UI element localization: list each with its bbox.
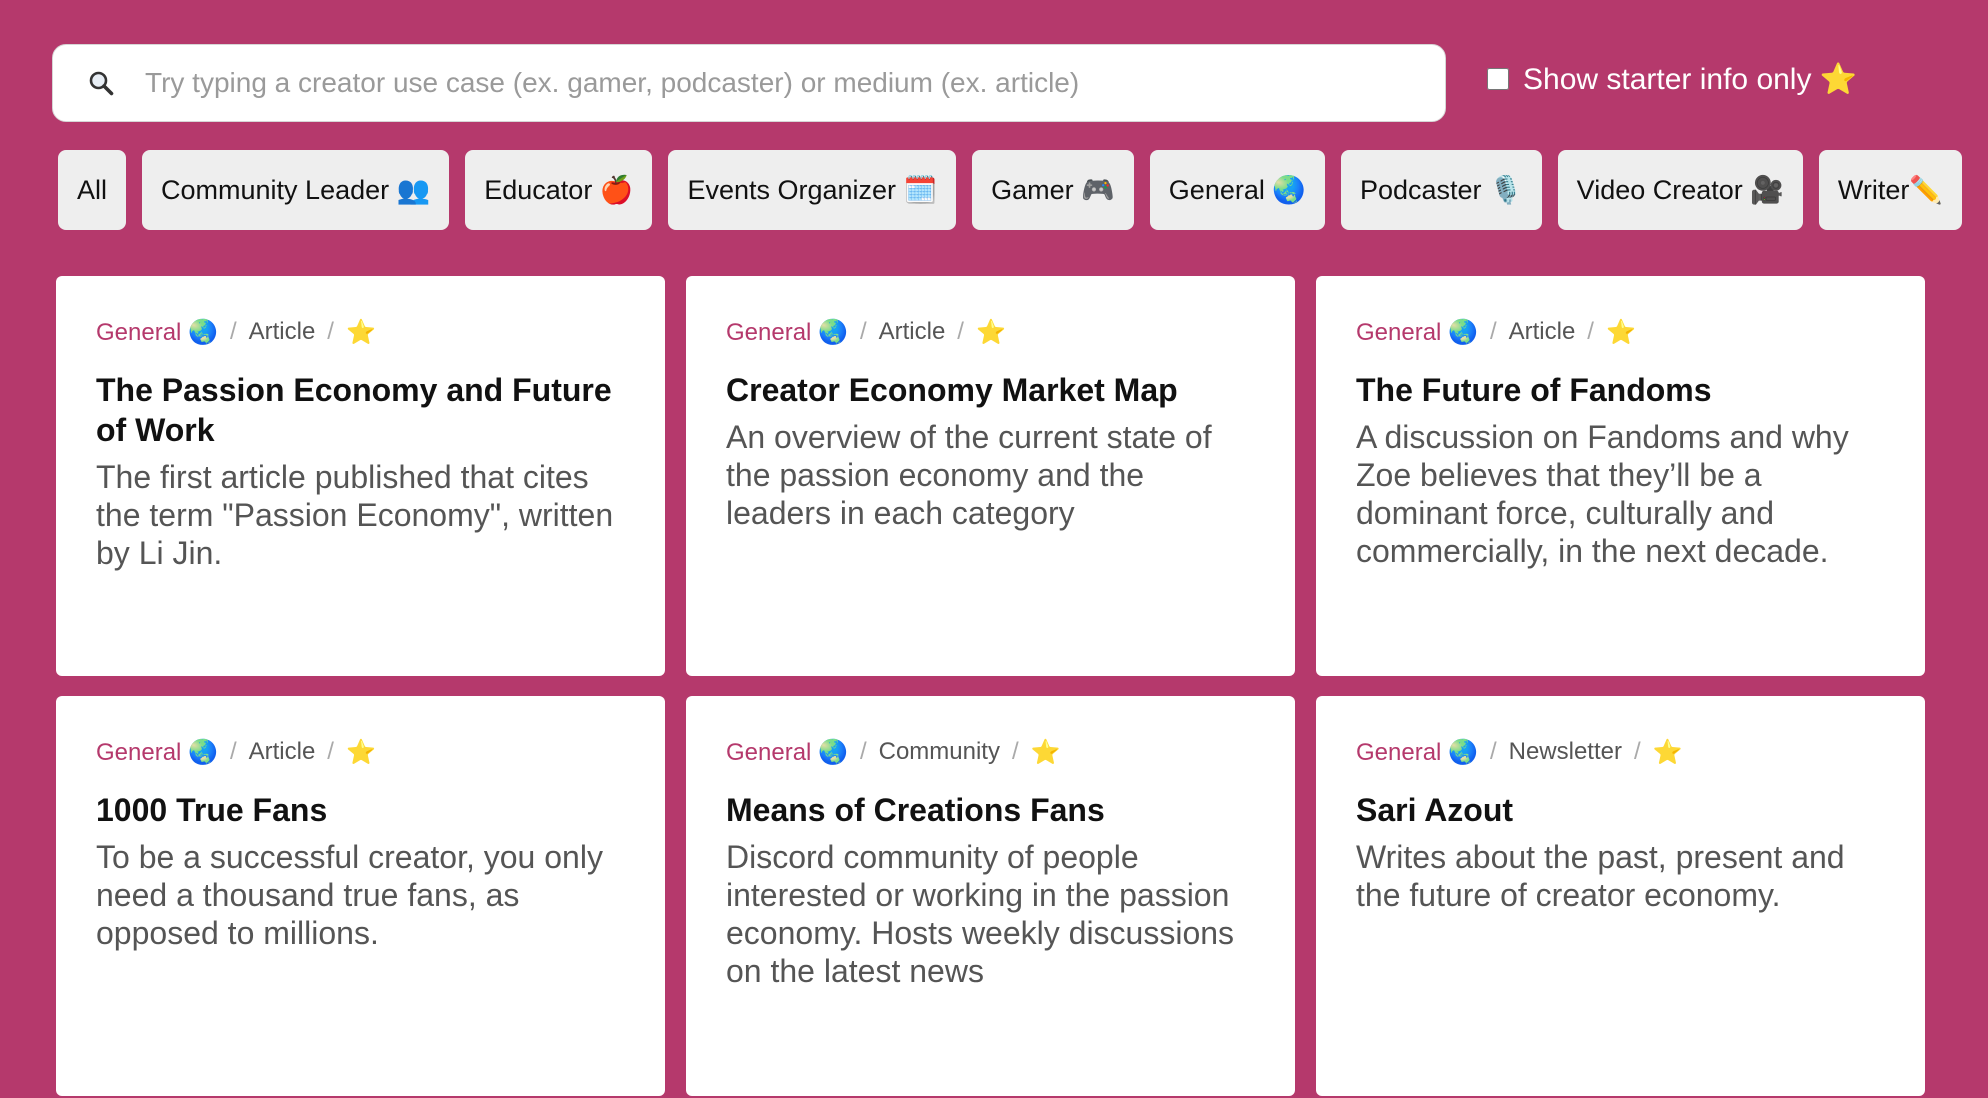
- card-description: Writes about the past, present and the f…: [1356, 839, 1845, 913]
- filter-educator[interactable]: Educator 🍎: [465, 150, 653, 230]
- meta-separator: /: [1489, 738, 1497, 765]
- card-meta: General 🌏 / Community / ⭐: [726, 734, 1255, 770]
- star-icon: ⭐: [1605, 318, 1636, 346]
- filter-all[interactable]: All: [58, 150, 127, 230]
- filter-general[interactable]: General 🌏: [1149, 150, 1325, 230]
- top-bar: Show starter info only ⭐: [52, 44, 1932, 124]
- meta-separator: /: [1633, 738, 1641, 765]
- card-category: General 🌏: [96, 738, 218, 766]
- starter-label: Show starter info only ⭐: [1523, 62, 1858, 96]
- search-box[interactable]: [52, 44, 1446, 122]
- filter-gamer[interactable]: Gamer 🎮: [972, 150, 1134, 230]
- card-meta: General 🌏 / Article / ⭐: [726, 314, 1255, 350]
- filter-writer[interactable]: Writer✏️: [1818, 150, 1963, 230]
- card-category: General 🌏: [726, 318, 848, 346]
- resource-card[interactable]: General 🌏 / Newsletter / ⭐ Sari Azout Wr…: [1316, 696, 1925, 1096]
- meta-separator: /: [327, 738, 334, 765]
- star-icon: ⭐: [1030, 738, 1061, 766]
- filter-community-leader[interactable]: Community Leader 👥: [142, 150, 450, 230]
- filter-video-creator[interactable]: Video Creator 🎥: [1557, 150, 1803, 230]
- meta-separator: /: [229, 318, 237, 345]
- card-medium: Article: [248, 738, 316, 765]
- card-medium: Article: [248, 318, 316, 345]
- resource-card[interactable]: General 🌏 / Article / ⭐ Creator Economy …: [686, 276, 1295, 676]
- card-category: General 🌏: [1356, 318, 1478, 346]
- resource-grid: General 🌏 / Article / ⭐ The Passion Econ…: [56, 276, 1925, 1096]
- search-icon: [81, 70, 121, 96]
- card-title: The Passion Economy and Future of Work: [96, 372, 612, 448]
- filter-podcaster[interactable]: Podcaster 🎙️: [1340, 150, 1542, 230]
- starter-toggle[interactable]: Show starter info only ⭐: [1487, 54, 1857, 104]
- meta-separator: /: [327, 318, 334, 345]
- resource-card[interactable]: General 🌏 / Community / ⭐ Means of Creat…: [686, 696, 1295, 1096]
- card-medium: Newsletter: [1508, 738, 1622, 765]
- card-meta: General 🌏 / Newsletter / ⭐: [1356, 734, 1885, 770]
- card-description: A discussion on Fandoms and why Zoe beli…: [1356, 419, 1849, 569]
- card-category: General 🌏: [96, 318, 218, 346]
- resource-card[interactable]: General 🌏 / Article / ⭐ The Future of Fa…: [1316, 276, 1925, 676]
- star-icon: ⭐: [345, 318, 376, 346]
- card-category: General 🌏: [1356, 738, 1478, 766]
- card-category: General 🌏: [726, 738, 848, 766]
- meta-separator: /: [1587, 318, 1594, 345]
- card-meta: General 🌏 / Article / ⭐: [96, 734, 625, 770]
- card-description: To be a successful creator, you only nee…: [96, 839, 603, 951]
- card-meta: General 🌏 / Article / ⭐: [1356, 314, 1885, 350]
- card-title: Means of Creations Fans: [726, 792, 1105, 828]
- meta-separator: /: [1489, 318, 1497, 345]
- star-icon: ⭐: [975, 318, 1006, 346]
- meta-separator: /: [859, 738, 867, 765]
- card-meta: General 🌏 / Article / ⭐: [96, 314, 625, 350]
- meta-separator: /: [957, 318, 964, 345]
- search-input[interactable]: [143, 66, 1407, 100]
- card-description: The first article published that cites t…: [96, 459, 614, 571]
- filter-events-organizer[interactable]: Events Organizer 🗓️: [668, 150, 957, 230]
- card-title: Sari Azout: [1356, 792, 1514, 828]
- card-medium: Community: [878, 738, 1000, 765]
- card-description: Discord community of people interested o…: [726, 839, 1235, 989]
- card-medium: Article: [878, 318, 946, 345]
- card-title: The Future of Fandoms: [1356, 372, 1712, 408]
- meta-separator: /: [1011, 738, 1019, 765]
- card-title: Creator Economy Market Map: [726, 372, 1178, 408]
- magnifier-glyph: [89, 71, 114, 96]
- starter-checkbox[interactable]: [1487, 68, 1509, 90]
- meta-separator: /: [229, 738, 237, 765]
- filter-bar: All Community Leader 👥 Educator 🍎 Events…: [58, 150, 1963, 230]
- star-icon: ⭐: [1652, 738, 1683, 766]
- card-description: An overview of the current state of the …: [726, 419, 1212, 531]
- resource-card[interactable]: General 🌏 / Article / ⭐ The Passion Econ…: [56, 276, 665, 676]
- resource-card[interactable]: General 🌏 / Article / ⭐ 1000 True Fans T…: [56, 696, 665, 1096]
- star-icon: ⭐: [345, 738, 376, 766]
- card-medium: Article: [1508, 318, 1576, 345]
- card-title: 1000 True Fans: [96, 792, 328, 828]
- meta-separator: /: [859, 318, 867, 345]
